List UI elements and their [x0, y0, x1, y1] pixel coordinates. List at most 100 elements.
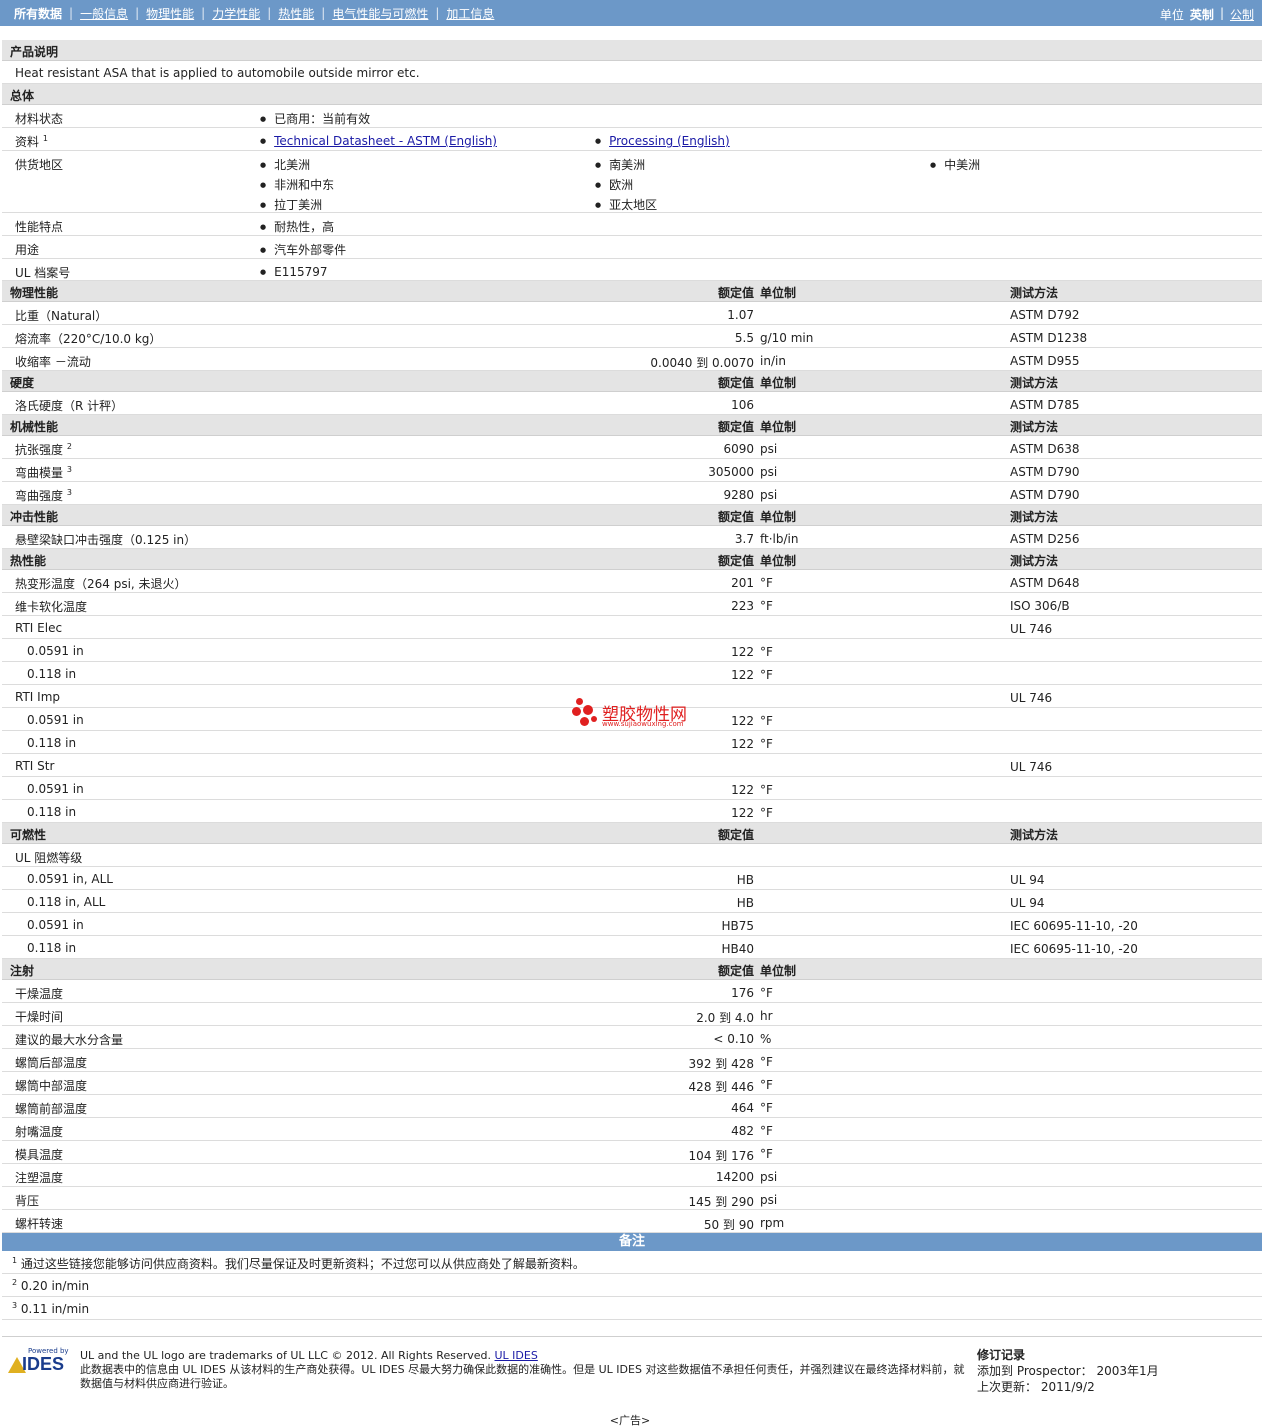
property-unit: psi — [760, 1170, 778, 1184]
property-label: 0.0591 in — [27, 713, 84, 727]
property-row: 螺筒后部温度 392 到 428 °F — [2, 1049, 1262, 1072]
footnote-ref: 3 — [66, 465, 72, 474]
nav-tab[interactable]: 一般信息 — [80, 5, 128, 22]
property-row: 收缩率 －流动 0.0040 到 0.0070 in/in ASTM D955 — [2, 348, 1262, 371]
ul-file-row: UL 档案号 E115797 — [2, 259, 1262, 281]
uses-value: 汽车外部零件 — [260, 241, 346, 258]
property-row: 螺筒前部温度 464 °F — [2, 1095, 1262, 1118]
property-sections: 物理性能 额定值 单位制 测试方法 比重（Natural） 1.07 ASTM D792 熔流… — [2, 281, 1262, 1233]
unit-sep: | — [1219, 6, 1224, 20]
nominal-header: 额定值 — [717, 286, 754, 300]
nav-tab[interactable]: 电气性能与可燃性 — [332, 5, 428, 22]
property-label: 0.118 in — [27, 667, 77, 681]
property-label: 干燥温度 — [15, 987, 64, 1001]
property-unit: rpm — [760, 1216, 785, 1230]
nominal-header: 额定值 — [717, 510, 754, 524]
ad-placeholder: <广告> — [609, 1414, 651, 1427]
nav-tab[interactable]: 加工信息 — [446, 5, 494, 22]
region-item: 北美洲 — [260, 156, 310, 173]
property-row: 背压 145 到 290 psi — [2, 1187, 1262, 1210]
property-label: 洛氏硬度（R 计秤） — [15, 399, 124, 413]
processing-link[interactable]: Processing (English) — [609, 134, 730, 148]
nav-tab[interactable]: 物理性能 — [146, 5, 194, 22]
region-item: 中美洲 — [930, 156, 980, 173]
property-value: 392 到 428 — [688, 1057, 754, 1071]
nav-separator: | — [201, 6, 206, 20]
property-unit: °F — [760, 1124, 773, 1138]
property-label: 0.118 in — [27, 941, 77, 955]
note-row: 3 0.11 in/min — [2, 1297, 1262, 1320]
watermark-url: www.sujiaowuxing.com — [602, 720, 684, 728]
property-label: 0.0591 in — [27, 644, 84, 658]
property-unit: °F — [760, 1101, 773, 1115]
property-unit: psi — [760, 442, 778, 456]
unit-label: 单位 — [1159, 8, 1184, 22]
ul-ides-link[interactable]: UL IDES — [495, 1349, 538, 1362]
property-label: 注塑温度 — [15, 1171, 64, 1185]
property-method: IEC 60695-11-10, -20 — [1010, 942, 1138, 956]
property-method: ASTM D790 — [1010, 465, 1080, 479]
property-row: 洛氏硬度（R 计秤） 106 ASTM D785 — [2, 392, 1262, 415]
property-value: 464 — [731, 1101, 754, 1115]
note-text: 3 0.11 in/min — [12, 1301, 90, 1316]
property-label: 比重（Natural） — [15, 309, 108, 323]
property-method: ASTM D792 — [1010, 308, 1080, 322]
unit-header: 单位制 — [760, 376, 797, 390]
property-value: 201 — [731, 576, 754, 590]
property-unit: psi — [760, 465, 778, 479]
unit-english[interactable]: 英制 — [1190, 6, 1214, 23]
property-row: 比重（Natural） 1.07 ASTM D792 — [2, 302, 1262, 325]
property-row: 悬壁梁缺口冲击强度（0.125 in） 3.7 ft·lb/in ASTM D256 — [2, 526, 1262, 549]
property-label: 0.0591 in — [27, 918, 84, 932]
property-label: 0.0591 in — [27, 782, 84, 796]
notes-header: 备注 — [2, 1233, 1262, 1251]
property-label: 弯曲模量 3 — [15, 465, 72, 480]
property-label: 热变形温度（264 psi, 未退火） — [15, 577, 187, 591]
unit-metric-link[interactable]: 公制 — [1230, 6, 1254, 23]
nominal-header: 额定值 — [717, 554, 754, 568]
nav-separator: | — [69, 6, 74, 20]
note-row: 2 0.20 in/min — [2, 1274, 1262, 1297]
technical-datasheet-link[interactable]: Technical Datasheet - ASTM (English) — [274, 134, 497, 148]
property-value: 6090 — [723, 442, 754, 456]
notes-list: 1 通过这些链接您能够访问供应商资料。我们尽量保证及时更新资料；不过您可以从供应… — [2, 1251, 1262, 1320]
uses-label: 用途 — [15, 243, 40, 257]
revision-updated: 上次更新： 2011/9/2 — [977, 1380, 1095, 1394]
property-unit: °F — [760, 645, 773, 659]
doc-bullet: Technical Datasheet - ASTM (English) — [260, 134, 497, 148]
nav-tab[interactable]: 所有数据 — [14, 5, 62, 22]
property-unit: °F — [760, 783, 773, 797]
property-method: UL 94 — [1010, 873, 1045, 887]
nav-tab[interactable]: 力学性能 — [212, 5, 260, 22]
note-text: 1 通过这些链接您能够访问供应商资料。我们尽量保证及时更新资料；不过您可以从供应… — [12, 1256, 585, 1271]
property-value: 2.0 到 4.0 — [696, 1011, 754, 1025]
footnote-ref: 1 — [42, 134, 48, 143]
property-label: RTI Str — [15, 759, 55, 773]
property-value: 482 — [731, 1124, 754, 1138]
property-value: HB — [736, 873, 754, 887]
property-label: 螺杆转速 — [15, 1217, 64, 1231]
property-row: 螺杆转速 50 到 90 rpm — [2, 1210, 1262, 1233]
section-header: 冲击性能 额定值 单位制 测试方法 — [2, 505, 1262, 526]
property-row: 螺筒中部温度 428 到 446 °F — [2, 1072, 1262, 1095]
property-label: 螺筒中部温度 — [15, 1079, 88, 1093]
unit-header: 单位制 — [760, 964, 797, 978]
ul-file-label: UL 档案号 — [15, 266, 71, 280]
property-value: HB — [736, 896, 754, 910]
property-method: UL 746 — [1010, 622, 1053, 636]
watermark-logo: 塑胶物性网 www.sujiaowuxing.com — [572, 698, 712, 730]
method-header: 测试方法 — [1010, 420, 1059, 434]
note-text: 2 0.20 in/min — [12, 1278, 90, 1293]
property-row: 干燥时间 2.0 到 4.0 hr — [2, 1003, 1262, 1026]
regions-row: 供货地区 北美洲 南美洲 中美洲 非洲和中东 欧洲 拉丁美洲 亚太地区 — [2, 151, 1262, 213]
nav-tabs: 所有数据 | 一般信息 | 物理性能 | 力学性能 | 热性能 | 电气性能与可燃性 | 加工信息 — [0, 5, 494, 22]
nominal-header: 额定值 — [717, 420, 754, 434]
property-value: 122 — [731, 645, 754, 659]
section-title: 可燃性 — [10, 828, 47, 842]
property-label: 抗张强度 2 — [15, 442, 72, 457]
property-row: RTI Elec UL 746 — [2, 616, 1262, 639]
nav-tab[interactable]: 热性能 — [278, 5, 314, 22]
property-row: 弯曲模量 3 305000 psi ASTM D790 — [2, 459, 1262, 482]
revision-history: 修订记录 添加到 Prospector： 2003年1月 上次更新： 2011/… — [977, 1347, 1159, 1395]
property-value: 104 到 176 — [688, 1149, 754, 1163]
